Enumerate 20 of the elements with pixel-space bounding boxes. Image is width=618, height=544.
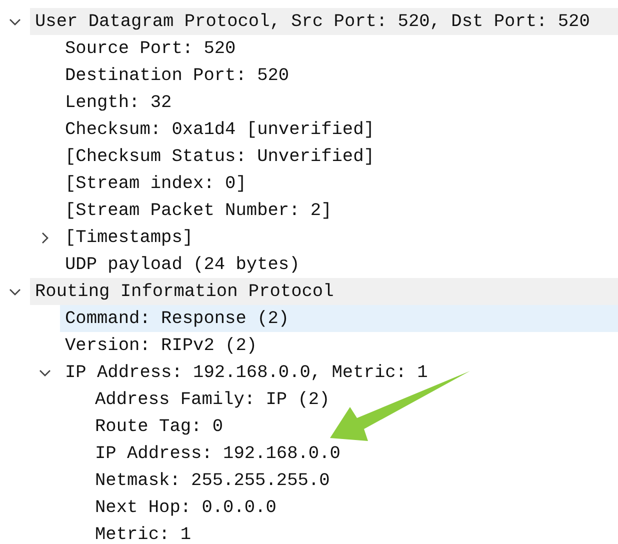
tree-item[interactable]: IP Address: 192.168.0.0, Metric: 1 xyxy=(60,359,618,386)
tree-item[interactable]: [Stream Packet Number: 2] xyxy=(60,197,618,224)
tree-item[interactable]: [Checksum Status: Unverified] xyxy=(60,143,618,170)
tree-item[interactable]: Netmask: 255.255.255.0 xyxy=(90,467,618,494)
tree-item[interactable]: [Timestamps] xyxy=(60,224,618,251)
tree-item[interactable]: Metric: 1 xyxy=(90,521,618,544)
tree-item[interactable]: IP Address: 192.168.0.0 xyxy=(90,440,618,467)
tree-item[interactable]: Command: Response (2) xyxy=(60,305,618,332)
tree-item[interactable]: User Datagram Protocol, Src Port: 520, Dst Port: 520 xyxy=(30,8,618,35)
tree-item[interactable]: Checksum: 0xa1d4 [unverified] xyxy=(60,116,618,143)
tree-item[interactable]: Source Port: 520 xyxy=(60,35,618,62)
tree-item[interactable]: Length: 32 xyxy=(60,89,618,116)
tree-item[interactable]: Address Family: IP (2) xyxy=(90,386,618,413)
tree-item[interactable]: UDP payload (24 bytes) xyxy=(60,251,618,278)
tree-item[interactable]: [Stream index: 0] xyxy=(60,170,618,197)
tree-item[interactable]: Version: RIPv2 (2) xyxy=(60,332,618,359)
tree-item[interactable]: Route Tag: 0 xyxy=(90,413,618,440)
tree-item[interactable]: Destination Port: 520 xyxy=(60,62,618,89)
tree-item[interactable]: Routing Information Protocol xyxy=(30,278,618,305)
tree-item[interactable]: Next Hop: 0.0.0.0 xyxy=(90,494,618,521)
